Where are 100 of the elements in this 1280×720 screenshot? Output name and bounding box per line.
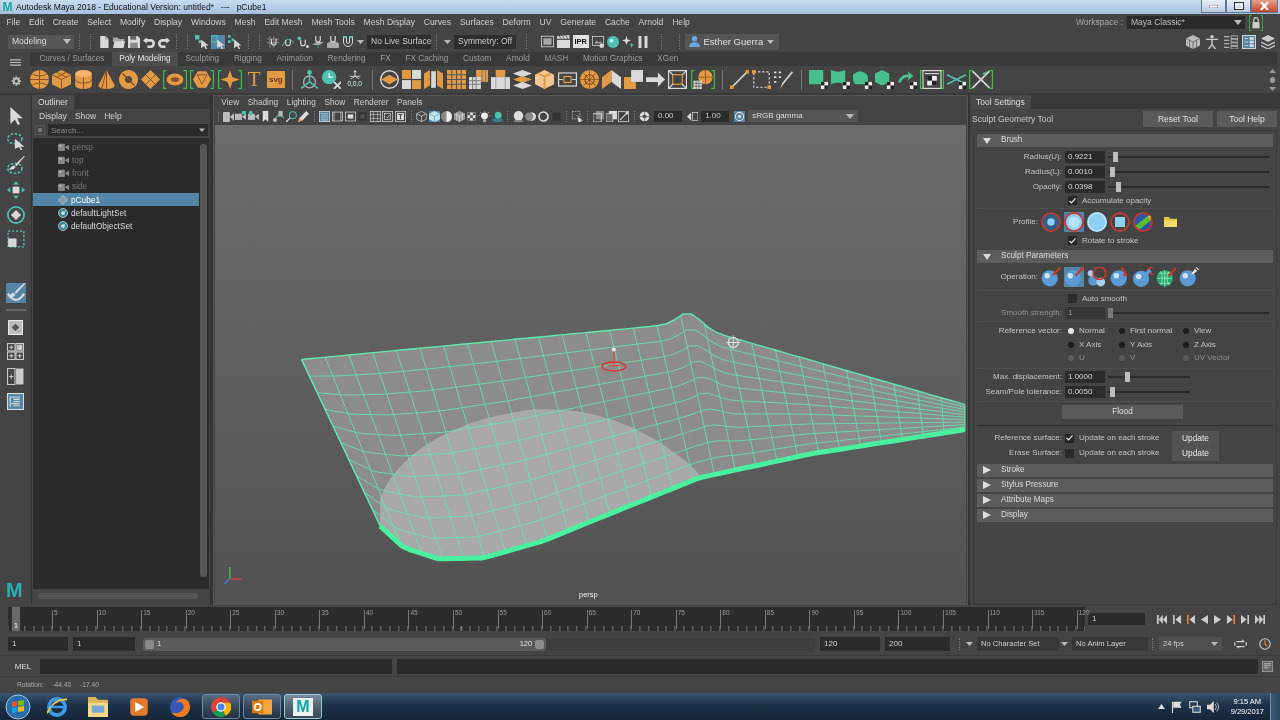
range-handle[interactable] [535,639,545,649]
shelf-tab[interactable]: MASH [537,52,576,66]
menu-item[interactable]: Windows [186,18,231,27]
menu-item[interactable]: Edit [24,18,49,27]
radio-button[interactable] [1183,328,1189,334]
checker-shape-icon[interactable] [830,70,850,89]
gate-frame-icon[interactable] [344,110,356,122]
split-cube-icon[interactable] [424,70,444,89]
vertical-scrollbar[interactable] [200,144,207,577]
checker-icon[interactable] [466,110,478,122]
grid-sphere-icon[interactable] [690,70,715,89]
shelf-tab[interactable]: Custom [455,52,499,66]
dotted-square-icon[interactable] [35,125,45,135]
light-bulb-icon[interactable] [479,110,491,122]
update-button[interactable]: Update [1172,430,1219,446]
radio-button[interactable] [1068,328,1074,334]
folder-icon[interactable] [1164,217,1177,227]
flag-icon[interactable] [1170,700,1183,713]
script-editor-icon[interactable] [1262,660,1273,672]
menu-icon[interactable] [9,59,21,67]
two-view-icon[interactable] [7,367,24,385]
scale-icon[interactable] [6,230,25,249]
step-back-key-icon[interactable] [1173,614,1181,624]
menu-item[interactable]: Shading [243,97,283,107]
framed-square-icon[interactable] [668,70,688,89]
taskbar-app-button[interactable] [243,694,281,719]
step-forward-icon[interactable] [1227,614,1235,624]
single-view-icon[interactable] [7,318,24,336]
clock-icon[interactable] [322,70,342,89]
dashed-box-icon[interactable] [752,70,772,89]
magnet-surface-icon[interactable] [326,35,339,48]
menu-item[interactable]: Curves [419,18,456,27]
workspace-dropdown[interactable]: Maya Classic* [1127,16,1245,29]
image-plane-icon[interactable] [272,110,284,122]
sphere-icon[interactable] [30,70,49,89]
checkbox[interactable] [1068,236,1077,245]
play-backward-icon[interactable] [1201,614,1208,624]
skip-start-icon[interactable] [1157,614,1167,624]
menu-item[interactable]: Create [48,18,83,27]
menu-item[interactable]: Surfaces [455,18,499,27]
number-field[interactable]: 0.0010 [1065,165,1105,178]
textured-ball-icon[interactable] [1133,212,1153,232]
menu-set-dropdown[interactable]: Modeling [8,34,74,49]
grid-sphere-icon[interactable] [1156,267,1176,287]
redo-icon[interactable] [157,35,170,48]
shelf-tab[interactable]: Poly Modeling [111,52,179,66]
outliner-item[interactable]: defaultLightSet [33,206,199,220]
folder-icon[interactable] [112,35,125,48]
figure-icon[interactable] [1204,34,1219,49]
cube-icon[interactable] [52,70,72,89]
loop-icon[interactable] [1234,639,1247,649]
settings-icon[interactable] [9,74,21,86]
number-field[interactable]: 0.0050 [1065,386,1105,398]
grid-icon[interactable] [446,70,466,89]
shelf-tab[interactable]: Arnold [498,52,538,66]
start-button[interactable] [4,693,32,720]
double-sphere-icon[interactable] [525,110,537,122]
ring-icon[interactable] [538,110,550,122]
step-back-icon[interactable] [1187,614,1195,624]
speaker-icon[interactable] [1206,700,1219,713]
checker-cube-icon[interactable] [875,70,895,89]
menu-item[interactable]: Edit Mesh [260,18,307,27]
menu-item[interactable]: Lighting [282,97,321,107]
range-bar[interactable] [143,637,547,651]
pen-icon[interactable] [730,70,749,89]
caret-icon[interactable] [1061,642,1068,646]
taskbar-app-button[interactable] [202,694,240,719]
text-tool-button[interactable]: T [244,70,264,89]
live-surface-field[interactable]: No Live Surface [367,34,431,49]
number-field[interactable]: 1.0000 [1065,371,1105,383]
layers-icon[interactable] [1260,34,1275,49]
magnet-plane-icon[interactable] [311,35,324,48]
shaded-cube-icon[interactable] [428,110,440,122]
soft-circle-icon[interactable] [1041,212,1061,232]
film-gate-icon[interactable] [331,110,343,122]
sphere-eraser-icon[interactable] [1179,267,1199,287]
menu-item[interactable]: Arnold [634,18,668,27]
magnifier-icon[interactable] [285,110,297,122]
camera-icon[interactable] [247,110,259,122]
slider-handle[interactable] [1115,181,1121,192]
pivot-marker-icon[interactable] [601,346,627,372]
menu-item[interactable]: Help [100,111,126,121]
section-header[interactable]: Sculpt Parameters [977,250,1273,263]
section-header[interactable]: Display [977,508,1273,522]
wheel-icon[interactable] [579,70,599,89]
checker-square-icon[interactable] [808,70,828,89]
menu-item[interactable]: Show [320,97,350,107]
start-frame-field[interactable]: 1 [8,637,68,651]
render-settings-icon[interactable] [592,35,604,48]
network-icon[interactable] [1188,700,1201,713]
shelf-tab[interactable]: FX Caching [398,52,456,66]
rotate-icon[interactable] [6,205,25,224]
four-view-icon[interactable] [7,343,24,361]
paint-select-icon[interactable] [6,156,25,175]
tool-button[interactable]: Reset Tool [1143,111,1213,127]
menu-item[interactable]: Select [82,18,116,27]
plane-icon[interactable] [140,70,160,89]
gamma-icon[interactable] [686,110,698,122]
tiles-icon[interactable] [402,70,422,89]
bubbles-icon[interactable] [1087,267,1107,287]
